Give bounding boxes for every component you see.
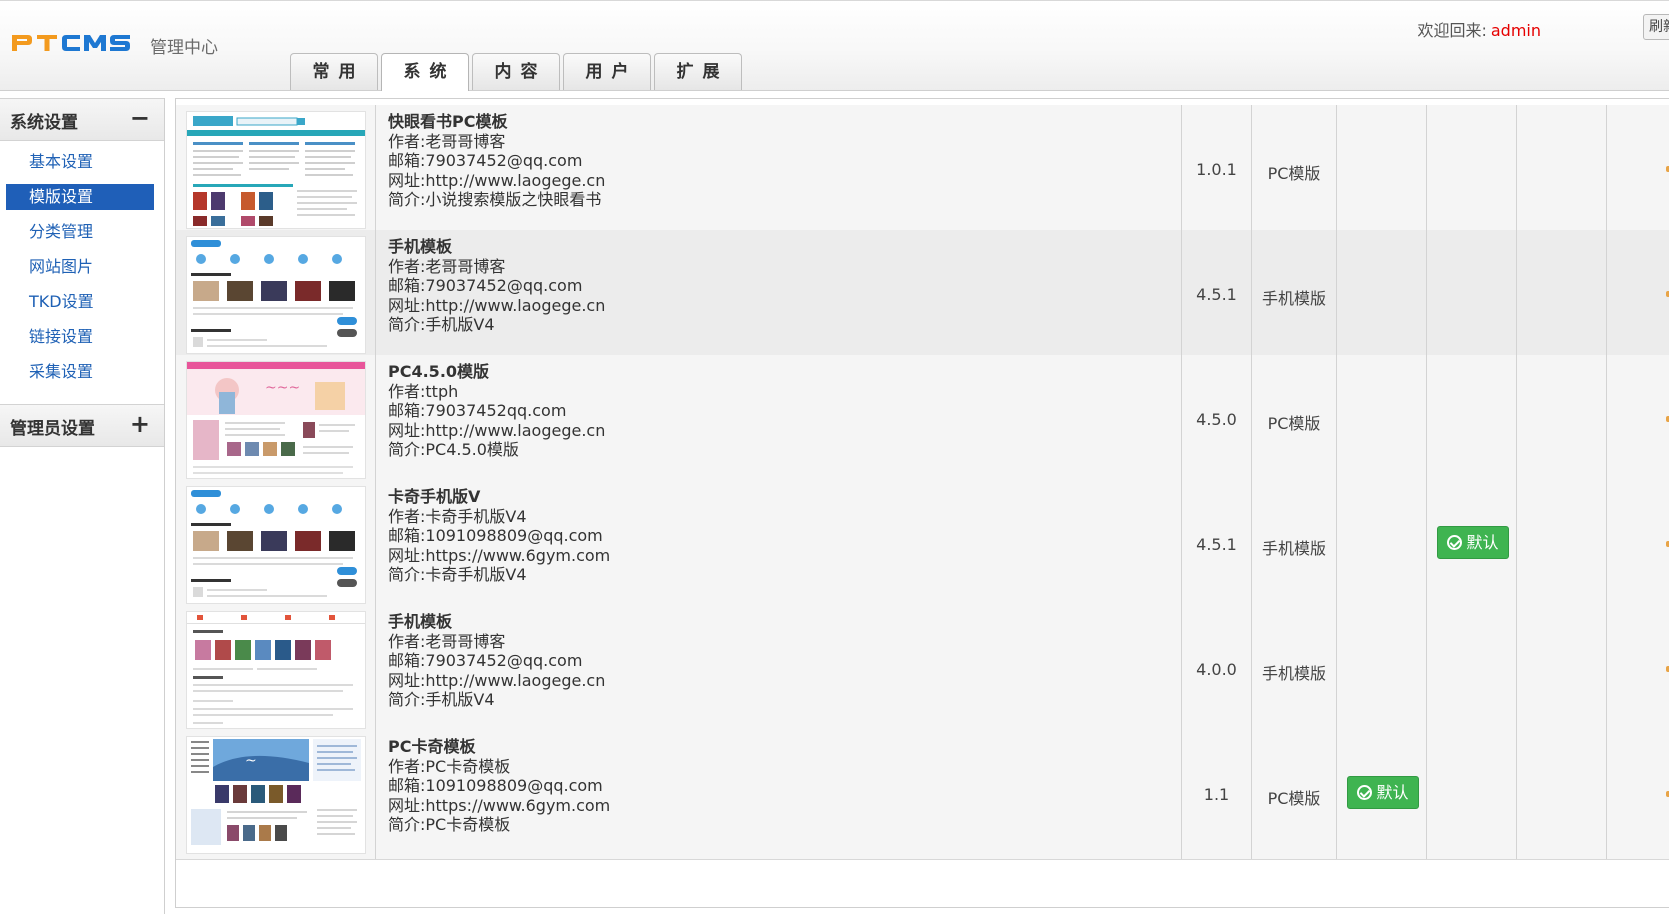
template-type: PC模版 (1267, 414, 1321, 433)
template-name: 手机模板 (388, 237, 453, 256)
template-info: 卡奇手机版V 作者:卡奇手机版V4 邮箱:1091098809@qq.com 网… (388, 487, 610, 585)
set-default-pc-button[interactable]: 默认 (1347, 776, 1419, 809)
template-info: 手机模板 作者:老哥哥博客 邮箱:79037452@qq.com 网址:http… (388, 237, 605, 335)
template-info: PC4.5.0模版 作者:ttph 邮箱:79037452qq.com 网址:h… (388, 362, 605, 460)
default-button-label: 默认 (1376, 783, 1409, 802)
template-table: 快眼看书PC模板 作者:老哥哥博客 邮箱:79037452@qq.com 网址:… (175, 98, 1669, 908)
ptcms-logo[interactable]: 管理中心 (12, 24, 218, 58)
tab-users[interactable]: 用户 (563, 53, 651, 90)
template-type: 手机模版 (1261, 539, 1326, 558)
template-email: 邮箱:79037452@qq.com (388, 151, 583, 171)
table-row: 快眼看书PC模板 作者:老哥哥博客 邮箱:79037452@qq.com 网址:… (176, 105, 1669, 235)
template-info: 手机模板 作者:老哥哥博客 邮箱:79037452@qq.com 网址:http… (388, 612, 605, 710)
template-email: 邮箱:1091098809@qq.com (388, 526, 603, 546)
template-intro: 简介:PC卡奇模板 (388, 815, 511, 835)
template-preview-image[interactable] (186, 111, 366, 229)
template-name: 卡奇手机版V (388, 487, 481, 506)
template-author: 作者:老哥哥博客 (388, 131, 506, 151)
template-version: 4.5.0 (1196, 410, 1237, 429)
sidebar-group-system[interactable]: 系统设置 − (0, 98, 164, 141)
template-version: 4.5.1 (1196, 535, 1237, 554)
template-name: PC4.5.0模版 (388, 362, 490, 381)
template-preview-image[interactable] (186, 236, 366, 354)
template-author: 作者:老哥哥博客 (388, 256, 506, 276)
svg-text:~: ~ (245, 753, 257, 769)
top-header: 管理中心 欢迎回来:admin 刷新 常用 系统 内容 用户 扩展 (0, 0, 1669, 91)
template-intro: 简介:PC4.5.0模版 (388, 440, 519, 460)
template-author: 作者:PC卡奇模板 (388, 756, 511, 776)
template-preview-image[interactable]: ~~~ (186, 361, 366, 479)
welcome-label: 欢迎回来: (1417, 21, 1487, 40)
sidebar-group-label: 管理员设置 (10, 419, 95, 439)
template-email: 邮箱:1091098809@qq.com (388, 776, 603, 796)
template-version: 1.0.1 (1196, 160, 1237, 179)
template-name: PC卡奇模板 (388, 737, 476, 756)
set-default-mobile-button[interactable]: 默认 (1437, 526, 1509, 559)
table-row: 手机模板 作者:老哥哥博客 邮箱:79037452@qq.com 网址:http… (176, 230, 1669, 360)
template-version: 4.0.0 (1196, 660, 1237, 679)
template-intro: 简介:手机版V4 (388, 690, 495, 710)
template-url: 网址:http://www.laogege.cn (388, 295, 606, 315)
template-author: 作者:卡奇手机版V4 (388, 506, 527, 526)
template-author: 作者:老哥哥博客 (388, 631, 506, 651)
table-row: 手机模板 作者:老哥哥博客 邮箱:79037452@qq.com 网址:http… (176, 605, 1669, 735)
ptcms-logo-mark (12, 35, 130, 51)
template-url: 网址:http://www.laogege.cn (388, 420, 606, 440)
template-intro: 简介:小说搜索模版之快眼看书 (388, 190, 602, 210)
table-row: ~~~ PC4.5.0模版 作者:ttph 邮箱:79037452qq.com … (176, 355, 1669, 485)
tab-system[interactable]: 系统 (381, 53, 469, 91)
template-url: 网址:https://www.6gym.com (388, 795, 611, 815)
welcome-text: 欢迎回来: admin (1417, 17, 1541, 41)
sidebar-item-basic[interactable]: 基本设置 (6, 149, 154, 175)
template-author: 作者:ttph (388, 381, 459, 401)
template-type: 手机模版 (1261, 664, 1326, 683)
tab-common[interactable]: 常用 (290, 53, 378, 90)
template-info: PC卡奇模板 作者:PC卡奇模板 邮箱:1091098809@qq.com 网址… (388, 737, 610, 835)
sidebar-group-label: 系统设置 (10, 113, 78, 133)
template-preview-image[interactable] (186, 611, 366, 729)
check-circle-icon (1357, 785, 1373, 800)
template-email: 邮箱:79037452qq.com (388, 401, 567, 421)
template-name: 快眼看书PC模板 (388, 112, 508, 131)
table-row: 卡奇手机版V 作者:卡奇手机版V4 邮箱:1091098809@qq.com 网… (176, 480, 1669, 610)
template-type: PC模版 (1267, 789, 1321, 808)
refresh-button[interactable]: 刷新 (1643, 14, 1669, 40)
expand-icon[interactable]: + (130, 410, 150, 438)
logo-subtitle: 管理中心 (150, 38, 218, 58)
template-intro: 简介:卡奇手机版V4 (388, 565, 527, 585)
sidebar-item-template[interactable]: 模版设置 (6, 184, 154, 210)
template-email: 邮箱:79037452@qq.com (388, 651, 583, 671)
table-row: ~ PC卡奇模板 作者:PC卡奇模板 邮箱:1091098809@qq.com … (176, 730, 1669, 860)
template-url: 网址:http://www.laogege.cn (388, 670, 606, 690)
collapse-icon[interactable]: − (130, 104, 150, 132)
template-name: 手机模板 (388, 612, 453, 631)
sidebar: 系统设置 − 基本设置 模版设置 分类管理 网站图片 TKD设置 链接设置 采集… (0, 98, 165, 914)
template-type: PC模版 (1267, 164, 1321, 183)
template-type: 手机模版 (1261, 289, 1326, 308)
template-version: 1.1 (1203, 785, 1230, 804)
template-preview-image[interactable] (186, 486, 366, 604)
template-info: 快眼看书PC模板 作者:老哥哥博客 邮箱:79037452@qq.com 网址:… (388, 112, 605, 210)
sidebar-group-admin[interactable]: 管理员设置 + (0, 404, 164, 447)
check-circle-icon (1447, 535, 1463, 550)
sidebar-item-images[interactable]: 网站图片 (6, 254, 154, 280)
sidebar-items-system: 基本设置 模版设置 分类管理 网站图片 TKD设置 链接设置 采集设置 (0, 141, 164, 404)
tab-extend[interactable]: 扩展 (654, 53, 742, 90)
template-url: 网址:https://www.6gym.com (388, 545, 611, 565)
template-url: 网址:http://www.laogege.cn (388, 170, 606, 190)
template-email: 邮箱:79037452@qq.com (388, 276, 583, 296)
default-button-label: 默认 (1466, 533, 1499, 552)
sidebar-item-collect[interactable]: 采集设置 (6, 359, 154, 385)
template-version: 4.5.1 (1196, 285, 1237, 304)
sidebar-item-category[interactable]: 分类管理 (6, 219, 154, 245)
template-intro: 简介:手机版V4 (388, 315, 495, 335)
sidebar-item-links[interactable]: 链接设置 (6, 324, 154, 350)
svg-text:~~~: ~~~ (265, 380, 300, 396)
template-preview-image[interactable]: ~ (186, 736, 366, 854)
username-link[interactable]: admin (1491, 21, 1541, 40)
sidebar-item-tkd[interactable]: TKD设置 (6, 289, 154, 315)
tab-content[interactable]: 内容 (472, 53, 560, 90)
